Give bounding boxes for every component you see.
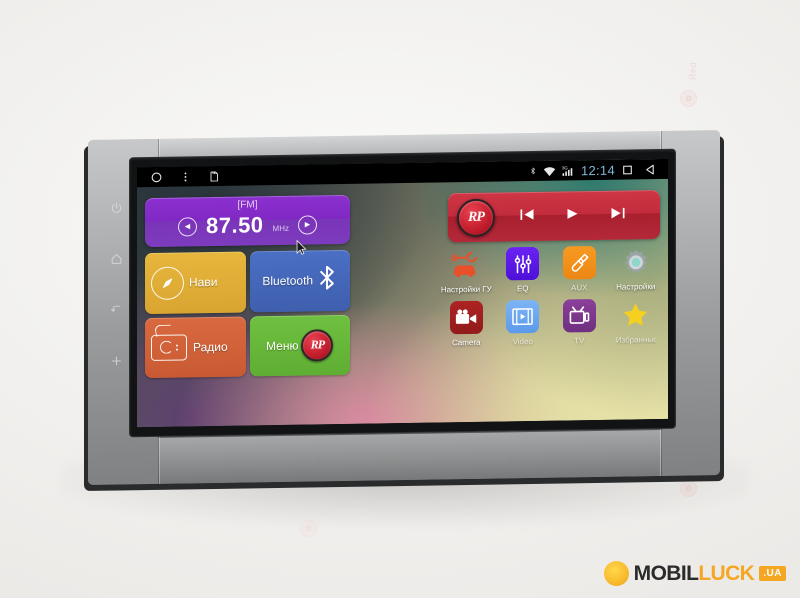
- star-icon: [619, 298, 652, 332]
- fm-tuner-row: ◀ 87.50 MHz ▶: [145, 212, 350, 239]
- tile-navi[interactable]: Нави: [145, 251, 246, 314]
- android-screen[interactable]: 3G 12:14 [FM] ◀ 87.50 MHz ▶ RP Нави Blue…: [137, 158, 668, 428]
- tile-bluetooth-label: Bluetooth: [262, 273, 314, 289]
- app-favorites[interactable]: Избранные: [608, 298, 665, 345]
- sd-card-icon[interactable]: [208, 169, 220, 182]
- fm-frequency-unit: MHz: [272, 223, 289, 234]
- app-video[interactable]: Video: [495, 299, 552, 347]
- media-transport-controls: [519, 206, 626, 226]
- app-icon-grid: Настройки ГУ EQ AUX Настройки Camera Vid…: [438, 245, 664, 348]
- bluetooth-icon: [317, 264, 337, 296]
- logo-domain-badge: .UA: [759, 566, 786, 581]
- tile-navi-label: Нави: [189, 275, 218, 290]
- fm-frequency-value: 87.50: [205, 212, 264, 239]
- overflow-menu-icon[interactable]: [179, 170, 192, 183]
- app-head-unit-settings-label: Настройки ГУ: [440, 284, 492, 295]
- volume-up-key[interactable]: [110, 354, 123, 367]
- app-camera-label: Camera: [452, 337, 481, 348]
- car-wrench-icon: [450, 248, 483, 282]
- camcorder-icon: [449, 300, 483, 335]
- app-settings-label: Настройки: [616, 282, 656, 292]
- logo-part-a: MOBIL: [633, 562, 699, 585]
- tile-menu-label: Меню: [266, 338, 299, 353]
- tile-menu[interactable]: Меню RP: [249, 314, 350, 377]
- home-circle-icon[interactable]: [150, 170, 163, 183]
- media-prev-button[interactable]: [519, 207, 535, 225]
- signal-3g-icon: 3G: [562, 164, 575, 176]
- television-icon: [562, 298, 596, 333]
- app-camera[interactable]: Camera: [438, 300, 495, 348]
- bezel-bottom-strip: [158, 428, 662, 484]
- fm-band-label: [FM]: [237, 199, 258, 211]
- film-play-icon: [506, 299, 540, 334]
- tile-radio-label: Радио: [193, 339, 228, 355]
- status-bar-left-icons: [142, 169, 220, 183]
- home-key[interactable]: [110, 252, 123, 265]
- status-bar-right-icons: 3G 12:14: [529, 161, 663, 178]
- media-play-button[interactable]: [565, 207, 580, 225]
- tile-bluetooth[interactable]: Bluetooth: [249, 249, 350, 312]
- screen-glass: 3G 12:14 [FM] ◀ 87.50 MHz ▶ RP Нави Blue…: [137, 158, 668, 428]
- back-key[interactable]: [110, 303, 123, 316]
- gear-icon: [619, 245, 652, 279]
- logo-wordmark: MOBILLUCK: [634, 563, 755, 584]
- app-eq[interactable]: EQ: [495, 246, 552, 294]
- mobilluck-watermark-logo: MOBILLUCK .UA: [599, 557, 786, 590]
- rp-logo-icon[interactable]: RP: [457, 198, 495, 237]
- bluetooth-icon: [529, 165, 537, 177]
- compass-icon: [151, 266, 184, 300]
- app-favorites-label: Избранные: [615, 335, 656, 345]
- fm-next-button[interactable]: ▶: [298, 214, 317, 235]
- capacitive-key-column: [102, 201, 130, 367]
- aux-jack-icon: [562, 245, 596, 280]
- app-eq-label: EQ: [516, 284, 529, 294]
- radio-dial-icon: [160, 340, 173, 355]
- tile-radio[interactable]: Радио: [145, 315, 246, 379]
- screen-glass-frame: 3G 12:14 [FM] ◀ 87.50 MHz ▶ RP Нави Blue…: [130, 149, 675, 437]
- media-next-button[interactable]: [610, 206, 626, 224]
- home-screen-content: [FM] ◀ 87.50 MHz ▶ RP Нави Bluetooth Рад…: [137, 179, 668, 427]
- app-aux[interactable]: AUX: [551, 245, 608, 293]
- media-player-widget[interactable]: RP: [448, 189, 660, 243]
- app-tv[interactable]: TV: [551, 298, 608, 346]
- device-bezel: 3G 12:14 [FM] ◀ 87.50 MHz ▶ RP Нави Blue…: [88, 130, 720, 485]
- fm-prev-button[interactable]: ◀: [177, 216, 197, 237]
- recents-square-icon[interactable]: [621, 163, 634, 176]
- rp-logo-icon: RP: [301, 328, 334, 362]
- app-settings[interactable]: Настройки: [608, 245, 665, 292]
- app-video-label: Video: [512, 336, 533, 347]
- equalizer-icon: [506, 246, 540, 281]
- radio-icon: [151, 334, 187, 361]
- fm-radio-widget[interactable]: [FM] ◀ 87.50 MHz ▶: [145, 194, 350, 248]
- svg-text:3G: 3G: [562, 165, 568, 170]
- back-triangle-icon[interactable]: [644, 163, 657, 176]
- power-key[interactable]: [110, 201, 123, 214]
- app-tv-label: TV: [574, 336, 585, 346]
- car-head-unit-device: 3G 12:14 [FM] ◀ 87.50 MHz ▶ RP Нави Blue…: [84, 130, 724, 492]
- wifi-icon: [543, 165, 556, 176]
- radio-dots-icon: [176, 344, 178, 351]
- status-bar-clock: 12:14: [580, 162, 615, 178]
- shortcut-tile-grid: Нави Bluetooth Радио Меню RP: [145, 249, 350, 379]
- app-aux-label: AUX: [571, 283, 588, 293]
- app-head-unit-settings[interactable]: Настройки ГУ: [438, 248, 495, 295]
- logo-part-b: LUCK: [698, 562, 755, 585]
- sun-mascot-icon: [599, 557, 633, 590]
